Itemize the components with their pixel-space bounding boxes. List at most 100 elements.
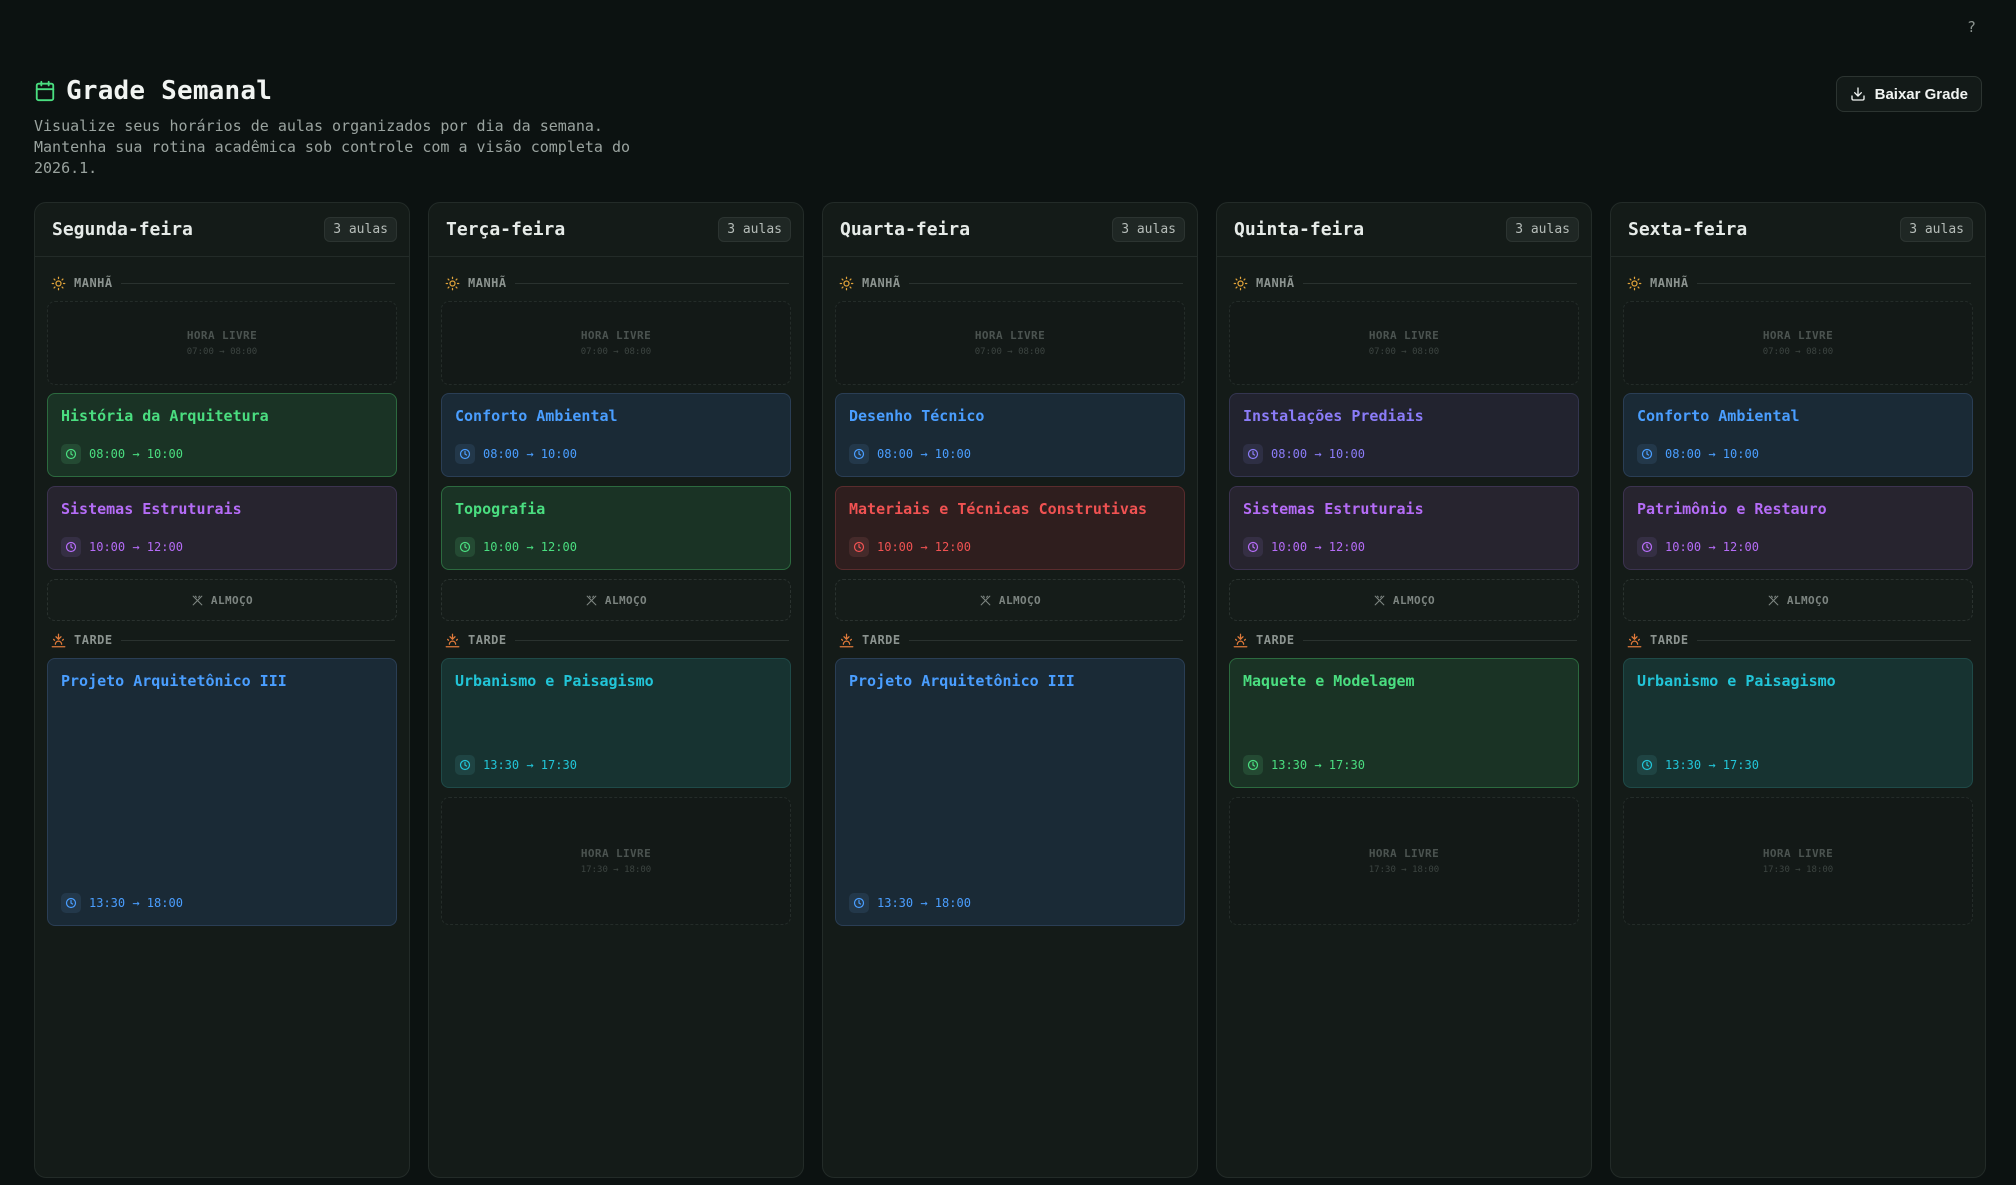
help-button[interactable]: ?: [1967, 18, 1976, 36]
clock-icon: [65, 897, 77, 909]
lunch-break: ALMOÇO: [835, 579, 1185, 621]
class-time-text: 10:00 → 12:00: [1271, 540, 1365, 554]
free-slot-label: HORA LIVRE: [1762, 847, 1834, 860]
class-time-text: 10:00 → 12:00: [1665, 540, 1759, 554]
period-label: TARDE: [862, 633, 901, 647]
class-time: 08:00 → 10:00: [1637, 444, 1759, 464]
free-slot: HORA LIVRE 07:00 → 08:00: [1623, 301, 1973, 385]
clock-badge: [849, 537, 869, 557]
day-header: Quinta-feira 3 aulas: [1217, 203, 1591, 257]
clock-icon: [1247, 448, 1259, 460]
sunset-icon: [1233, 633, 1248, 647]
class-card[interactable]: Projeto Arquitetônico III 13:30 → 18:00: [835, 658, 1185, 926]
class-card[interactable]: Conforto Ambiental 08:00 → 10:00: [441, 393, 791, 477]
day-header: Quarta-feira 3 aulas: [823, 203, 1197, 257]
class-card[interactable]: Instalações Prediais 08:00 → 10:00: [1229, 393, 1579, 477]
morning-section: MANHÃ: [839, 273, 1185, 293]
day-header: Sexta-feira 3 aulas: [1611, 203, 1985, 257]
class-time-text: 13:30 → 17:30: [1665, 758, 1759, 772]
class-card[interactable]: Materiais e Técnicas Construtivas 10:00 →…: [835, 486, 1185, 570]
class-name: História da Arquitetura: [61, 407, 269, 425]
afternoon-section: TARDE: [1233, 630, 1579, 650]
class-card[interactable]: Sistemas Estruturais 10:00 → 12:00: [1229, 486, 1579, 570]
free-slot-label: HORA LIVRE: [1762, 329, 1834, 342]
class-card[interactable]: Sistemas Estruturais 10:00 → 12:00: [47, 486, 397, 570]
class-name: Sistemas Estruturais: [1243, 500, 1424, 518]
class-time-text: 13:30 → 17:30: [483, 758, 577, 772]
clock-icon: [1247, 759, 1259, 771]
period-label: MANHÃ: [862, 276, 901, 290]
clock-badge: [1243, 444, 1263, 464]
class-time-text: 08:00 → 10:00: [483, 447, 577, 461]
free-slot-label: HORA LIVRE: [580, 847, 652, 860]
clock-badge: [61, 537, 81, 557]
sun-icon: [839, 276, 854, 290]
class-card[interactable]: Projeto Arquitetônico III 13:30 → 18:00: [47, 658, 397, 926]
day-name: Quarta-feira: [840, 219, 971, 240]
class-card[interactable]: História da Arquitetura 08:00 → 10:00: [47, 393, 397, 477]
free-slot-time: 17:30 → 18:00: [1762, 865, 1834, 875]
class-card[interactable]: Urbanismo e Paisagismo 13:30 → 17:30: [441, 658, 791, 788]
utensils-icon: [192, 595, 203, 605]
day-column: Quarta-feira 3 aulas MANHÃ HORA LIVRE 07:00 …: [822, 202, 1198, 1178]
class-name: Patrimônio e Restauro: [1637, 500, 1827, 518]
day-body: MANHÃ HORA LIVRE 07:00 → 08:00 Conforto Amb…: [1611, 257, 1985, 925]
download-icon: [1850, 87, 1865, 101]
sunset-icon: [839, 633, 854, 647]
day-body: MANHÃ HORA LIVRE 07:00 → 08:00 Desenho Técn…: [823, 257, 1197, 926]
free-slot-label: HORA LIVRE: [1368, 847, 1440, 860]
sun-icon: [445, 276, 460, 290]
divider: [1302, 639, 1577, 641]
divider: [908, 639, 1183, 641]
afternoon-section: TARDE: [445, 630, 791, 650]
period-label: TARDE: [1650, 633, 1689, 647]
day-body: MANHÃ HORA LIVRE 07:00 → 08:00 Conforto Amb…: [429, 257, 803, 925]
utensils-icon: [1768, 595, 1779, 605]
clock-icon: [1247, 541, 1259, 553]
divider: [1696, 282, 1971, 284]
class-card[interactable]: Maquete e Modelagem 13:30 → 17:30: [1229, 658, 1579, 788]
utensils-icon: [980, 595, 991, 605]
divider: [908, 282, 1183, 284]
period-label: TARDE: [74, 633, 113, 647]
clock-badge: [1637, 444, 1657, 464]
clock-icon: [65, 541, 77, 553]
free-slot-label: HORA LIVRE: [186, 329, 258, 342]
class-time-text: 13:30 → 17:30: [1271, 758, 1365, 772]
class-name: Conforto Ambiental: [455, 407, 618, 425]
week-grid: Segunda-feira 3 aulas MANHÃ HORA LIVRE 07:00…: [34, 202, 1986, 1178]
class-name: Projeto Arquitetônico III: [849, 672, 1075, 690]
class-card[interactable]: Conforto Ambiental 08:00 → 10:00: [1623, 393, 1973, 477]
class-count-badge: 3 aulas: [1506, 217, 1579, 242]
clock-badge: [1637, 537, 1657, 557]
class-time: 10:00 → 12:00: [1243, 537, 1365, 557]
lunch-break: ALMOÇO: [1623, 579, 1973, 621]
class-count-badge: 3 aulas: [1112, 217, 1185, 242]
class-card[interactable]: Patrimônio e Restauro 10:00 → 12:00: [1623, 486, 1973, 570]
divider: [514, 639, 789, 641]
free-slot-label: HORA LIVRE: [974, 329, 1046, 342]
class-time: 10:00 → 12:00: [849, 537, 971, 557]
class-count-badge: 3 aulas: [1900, 217, 1973, 242]
class-card[interactable]: Desenho Técnico 08:00 → 10:00: [835, 393, 1185, 477]
free-slot: HORA LIVRE 07:00 → 08:00: [835, 301, 1185, 385]
day-body: MANHÃ HORA LIVRE 07:00 → 08:00 História da …: [35, 257, 409, 926]
lunch-label: ALMOÇO: [998, 593, 1042, 607]
day-header: Terça-feira 3 aulas: [429, 203, 803, 257]
morning-section: MANHÃ: [445, 273, 791, 293]
clock-badge: [1243, 537, 1263, 557]
sun-icon: [1233, 276, 1248, 290]
calendar-icon: [35, 80, 55, 102]
free-slot-time: 07:00 → 08:00: [1368, 347, 1440, 357]
clock-badge: [849, 893, 869, 913]
class-card[interactable]: Urbanismo e Paisagismo 13:30 → 17:30: [1623, 658, 1973, 788]
class-time-text: 10:00 → 12:00: [877, 540, 971, 554]
download-schedule-button[interactable]: Baixar Grade: [1835, 76, 1982, 112]
class-card[interactable]: Topografia 10:00 → 12:00: [441, 486, 791, 570]
free-slot-time: 17:30 → 18:00: [580, 865, 652, 875]
clock-icon: [1641, 541, 1653, 553]
class-name: Sistemas Estruturais: [61, 500, 242, 518]
download-label: Baixar Grade: [1874, 85, 1968, 103]
day-column: Terça-feira 3 aulas MANHÃ HORA LIVRE 07:00 →…: [428, 202, 804, 1178]
lunch-label: ALMOÇO: [210, 593, 254, 607]
